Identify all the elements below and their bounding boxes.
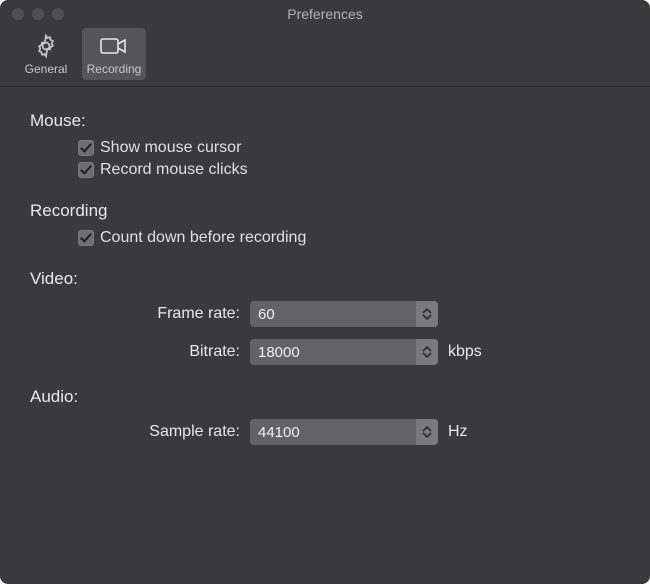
minimize-window-button[interactable]: [32, 8, 44, 20]
stepper-control[interactable]: [416, 419, 438, 445]
bitrate-select[interactable]: 18000: [250, 339, 438, 365]
countdown-label: Count down before recording: [100, 229, 306, 247]
mouse-section-heading: Mouse:: [30, 111, 620, 131]
tab-recording[interactable]: Recording: [82, 28, 146, 80]
titlebar: Preferences: [0, 0, 650, 28]
record-mouse-clicks-checkbox[interactable]: [78, 162, 94, 178]
frame-rate-label: Frame rate:: [30, 305, 240, 323]
preferences-content: Mouse: Show mouse cursor Record mouse cl…: [0, 87, 650, 465]
preferences-window: Preferences General Recording Mouse:: [0, 0, 650, 584]
record-mouse-clicks-row: Record mouse clicks: [30, 161, 620, 179]
show-mouse-cursor-checkbox[interactable]: [78, 140, 94, 156]
bitrate-value: 18000: [258, 344, 300, 361]
window-title: Preferences: [0, 6, 650, 22]
bitrate-row: Bitrate: 18000 kbps: [30, 339, 620, 365]
stepper-control[interactable]: [416, 301, 438, 327]
tab-general[interactable]: General: [14, 28, 78, 80]
sample-rate-select[interactable]: 44100: [250, 419, 438, 445]
sample-rate-unit: Hz: [448, 423, 468, 441]
show-mouse-cursor-row: Show mouse cursor: [30, 139, 620, 157]
sample-rate-label: Sample rate:: [30, 423, 240, 441]
tab-general-label: General: [25, 62, 68, 76]
audio-section-heading: Audio:: [30, 387, 620, 407]
sample-rate-value: 44100: [258, 424, 300, 441]
record-mouse-clicks-label: Record mouse clicks: [100, 161, 248, 179]
frame-rate-select[interactable]: 60: [250, 301, 438, 327]
gear-icon: [31, 32, 61, 60]
video-section-heading: Video:: [30, 269, 620, 289]
recording-section-heading: Recording: [30, 201, 620, 221]
tab-recording-label: Recording: [87, 62, 142, 76]
show-mouse-cursor-label: Show mouse cursor: [100, 139, 241, 157]
zoom-window-button[interactable]: [52, 8, 64, 20]
frame-rate-row: Frame rate: 60: [30, 301, 620, 327]
frame-rate-value: 60: [258, 306, 275, 323]
video-camera-icon: [99, 32, 129, 60]
sample-rate-row: Sample rate: 44100 Hz: [30, 419, 620, 445]
bitrate-unit: kbps: [448, 343, 482, 361]
stepper-control[interactable]: [416, 339, 438, 365]
close-window-button[interactable]: [12, 8, 24, 20]
preferences-toolbar: General Recording: [0, 28, 650, 87]
window-controls: [12, 8, 64, 20]
bitrate-label: Bitrate:: [30, 343, 240, 361]
countdown-row: Count down before recording: [30, 229, 620, 247]
countdown-checkbox[interactable]: [78, 230, 94, 246]
